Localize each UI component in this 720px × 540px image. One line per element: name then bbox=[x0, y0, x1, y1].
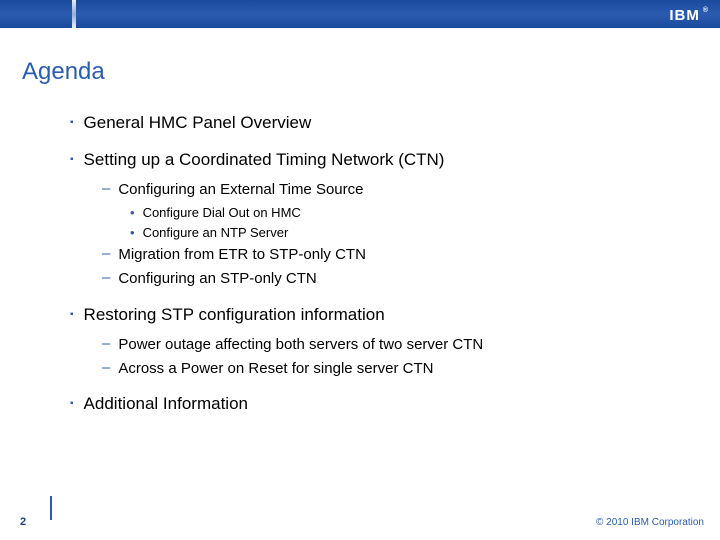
bullet-text: Restoring STP configuration information bbox=[84, 304, 385, 327]
bullet-text: Power outage affecting both servers of t… bbox=[118, 335, 483, 355]
list-item: ▪ Restoring STP configuration informatio… bbox=[70, 304, 680, 379]
list-item: • Configure Dial Out on HMC bbox=[130, 204, 680, 222]
footer: 2 © 2010 IBM Corporation bbox=[0, 506, 720, 540]
square-bullet-icon: ▪ bbox=[70, 116, 74, 130]
bullet-list: ▪ General HMC Panel Overview ▪ Setting u… bbox=[70, 112, 680, 416]
square-bullet-icon: ▪ bbox=[70, 153, 74, 167]
dot-bullet-icon: • bbox=[130, 224, 135, 242]
bullet-text: Setting up a Coordinated Timing Network … bbox=[84, 149, 445, 172]
bullet-text: Migration from ETR to STP-only CTN bbox=[118, 245, 366, 265]
header-accent bbox=[72, 0, 76, 28]
list-item: ▪ Additional Information bbox=[70, 393, 680, 416]
list-item: – Across a Power on Reset for single ser… bbox=[102, 359, 680, 379]
footer-divider bbox=[8, 506, 712, 507]
footer-accent bbox=[50, 496, 52, 520]
list-item: ▪ Setting up a Coordinated Timing Networ… bbox=[70, 149, 680, 290]
dot-bullet-icon: • bbox=[130, 204, 135, 222]
bullet-text: Across a Power on Reset for single serve… bbox=[118, 359, 433, 379]
bullet-text: Configure an NTP Server bbox=[143, 224, 289, 242]
list-item: – Configuring an External Time Source • … bbox=[102, 180, 680, 241]
list-item: – Migration from ETR to STP-only CTN bbox=[102, 245, 680, 265]
list-item: – Power outage affecting both servers of… bbox=[102, 335, 680, 355]
dash-bullet-icon: – bbox=[102, 268, 110, 288]
slide-content: ▪ General HMC Panel Overview ▪ Setting u… bbox=[70, 112, 680, 430]
list-item: – Configuring an STP-only CTN bbox=[102, 269, 680, 289]
dash-bullet-icon: – bbox=[102, 244, 110, 264]
bullet-text: General HMC Panel Overview bbox=[84, 112, 312, 135]
slide-title: Agenda bbox=[22, 58, 105, 86]
square-bullet-icon: ▪ bbox=[70, 397, 74, 411]
bullet-text: Configure Dial Out on HMC bbox=[143, 204, 301, 222]
header-bar: IBM ® bbox=[0, 0, 720, 28]
slide: IBM ® Agenda ▪ General HMC Panel Overvie… bbox=[0, 0, 720, 540]
registered-mark: ® bbox=[703, 7, 707, 14]
ibm-logo-text: IBM bbox=[669, 7, 700, 24]
bullet-text: Configuring an External Time Source bbox=[118, 180, 363, 200]
list-item: • Configure an NTP Server bbox=[130, 224, 680, 242]
ibm-logo: IBM ® bbox=[669, 6, 706, 24]
page-number: 2 bbox=[20, 516, 26, 528]
copyright-text: © 2010 IBM Corporation bbox=[596, 517, 704, 528]
square-bullet-icon: ▪ bbox=[70, 308, 74, 322]
dash-bullet-icon: – bbox=[102, 179, 110, 199]
list-item: ▪ General HMC Panel Overview bbox=[70, 112, 680, 135]
dash-bullet-icon: – bbox=[102, 334, 110, 354]
dash-bullet-icon: – bbox=[102, 358, 110, 378]
bullet-text: Configuring an STP-only CTN bbox=[118, 269, 316, 289]
bullet-text: Additional Information bbox=[84, 393, 248, 416]
